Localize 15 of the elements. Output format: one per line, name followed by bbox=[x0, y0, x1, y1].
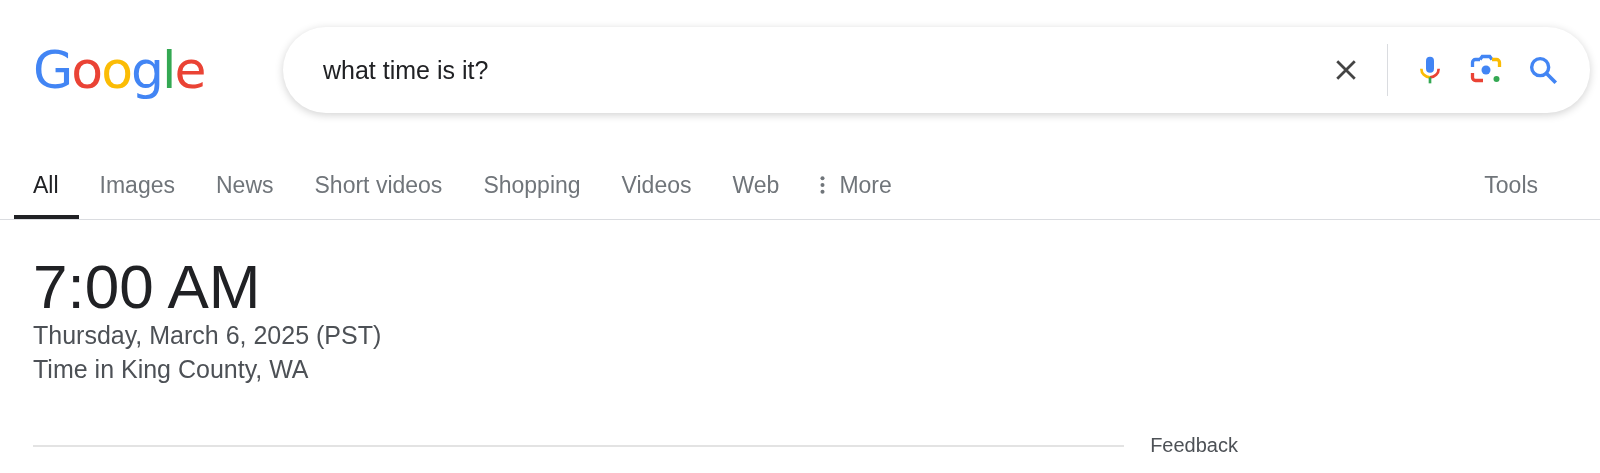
tab[interactable]: All bbox=[14, 155, 79, 219]
tab[interactable]: Shopping bbox=[464, 155, 601, 219]
time-text: 7:00 AM bbox=[33, 256, 262, 318]
tab[interactable]: Web bbox=[713, 155, 800, 219]
tab[interactable]: News bbox=[197, 155, 294, 219]
tab[interactable]: Images bbox=[80, 155, 195, 219]
tab[interactable]: More bbox=[801, 155, 912, 219]
location-text: Time in King County, WA bbox=[33, 354, 310, 385]
tab[interactable]: Videos bbox=[602, 155, 712, 219]
more-icon bbox=[820, 176, 826, 194]
tab[interactable]: Short videos bbox=[295, 155, 463, 219]
tools-button[interactable]: Tools bbox=[1465, 155, 1538, 219]
date-text: Thursday, March 6, 2025 (PST) bbox=[33, 320, 383, 351]
feedback-link[interactable]: Feedback bbox=[1150, 434, 1238, 457]
search-input[interactable]: what time is it? bbox=[321, 54, 1309, 86]
